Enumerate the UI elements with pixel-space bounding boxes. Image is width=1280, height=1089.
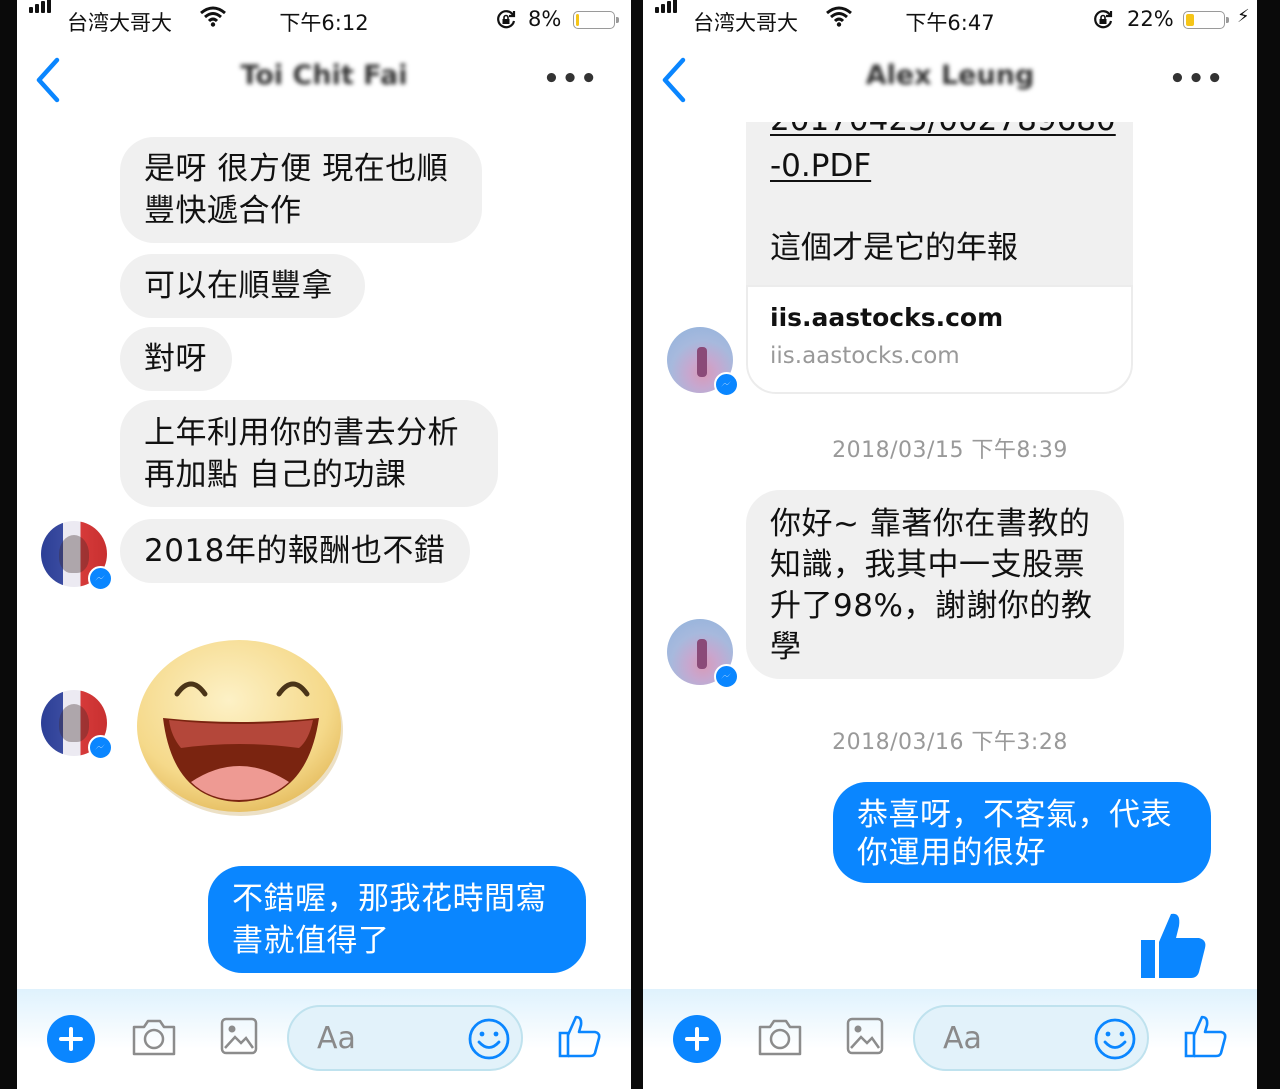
message-input[interactable]: Aa	[287, 1005, 523, 1071]
charging-icon: ⚡	[1237, 6, 1250, 27]
gallery-icon[interactable]	[220, 1017, 258, 1055]
gallery-icon[interactable]	[846, 1017, 884, 1055]
more-options-icon[interactable]: •••	[543, 64, 599, 94]
orientation-lock-icon	[1094, 10, 1113, 29]
more-options-icon[interactable]: •••	[1169, 64, 1225, 94]
chat-header: Toi Chit Fai •••	[17, 44, 631, 116]
contact-name[interactable]: Alex Leung	[643, 60, 1257, 91]
message-bubble-outgoing[interactable]: 恭喜呀，不客氣，代表 你運用的很好	[833, 782, 1211, 883]
contact-name[interactable]: Toi Chit Fai	[17, 60, 631, 91]
battery-percent: 22%	[1127, 7, 1174, 31]
composer-bar: Aa	[643, 989, 1257, 1089]
contact-avatar[interactable]	[41, 690, 113, 760]
messenger-badge-icon	[714, 372, 739, 397]
camera-icon[interactable]	[131, 1017, 177, 1057]
timestamp: 2018/03/16 下午3:28	[832, 730, 1068, 755]
contact-avatar[interactable]	[41, 521, 113, 591]
orientation-lock-icon	[497, 10, 516, 29]
link-message[interactable]: 20170425/002789680 -0.PDF 這個才是它的年報 iis.a…	[746, 122, 1133, 394]
link-preview-title: iis.aastocks.com	[770, 303, 1004, 332]
like-icon[interactable]	[1183, 1013, 1229, 1059]
composer-bar: Aa	[17, 989, 631, 1089]
message-bubble-incoming[interactable]: 可以在順豐拿	[120, 254, 365, 318]
timestamp: 2018/03/15 下午8:39	[832, 438, 1068, 463]
laughing-emoji-sticker[interactable]	[129, 632, 359, 822]
plus-icon[interactable]	[673, 1015, 721, 1063]
messenger-badge-icon	[88, 735, 113, 760]
contact-avatar[interactable]	[667, 327, 739, 397]
plus-icon[interactable]	[47, 1015, 95, 1063]
battery-icon	[1183, 11, 1229, 29]
message-bubble-incoming[interactable]: 2018年的報酬也不錯	[120, 519, 470, 583]
chat-screen-left: 台湾大哥大 下午6:12 8% Toi Chit Fai ••• 是呀 很方便 …	[17, 0, 631, 1089]
camera-icon[interactable]	[757, 1017, 803, 1057]
message-input[interactable]: Aa	[913, 1005, 1149, 1071]
message-bubble-incoming[interactable]: 是呀 很方便 現在也順 豐快遞合作	[120, 137, 482, 243]
sent-like-icon[interactable]	[1137, 910, 1209, 982]
status-bar: 台湾大哥大 下午6:12 8%	[17, 0, 631, 40]
contact-avatar[interactable]	[667, 619, 739, 689]
link-note: 這個才是它的年報	[770, 230, 1018, 266]
message-bubble-incoming[interactable]: 你好~ 靠著你在書教的 知識，我其中一支股票 升了98%，謝謝你的教 學	[746, 490, 1124, 679]
chat-header: Alex Leung •••	[643, 44, 1257, 116]
emoji-icon[interactable]	[467, 1017, 511, 1061]
message-bubble-incoming[interactable]: 對呀	[120, 327, 232, 391]
link-preview-domain: iis.aastocks.com	[770, 343, 960, 369]
message-bubble-outgoing[interactable]: 不錯喔，那我花時間寫 書就值得了	[208, 866, 586, 973]
messenger-badge-icon	[714, 664, 739, 689]
message-input-placeholder: Aa	[317, 1021, 356, 1056]
emoji-icon[interactable]	[1093, 1017, 1137, 1061]
pdf-link-line[interactable]: -0.PDF	[770, 146, 871, 187]
message-bubble-incoming[interactable]: 上年利用你的書去分析 再加點 自己的功課	[120, 400, 498, 507]
message-input-placeholder: Aa	[943, 1021, 982, 1056]
battery-icon	[573, 11, 619, 29]
like-icon[interactable]	[557, 1013, 603, 1059]
pdf-link-line[interactable]: 20170425/002789680	[770, 122, 1116, 141]
link-message-text: 20170425/002789680 -0.PDF 這個才是它的年報	[746, 122, 1133, 287]
link-preview-card[interactable]: iis.aastocks.com iis.aastocks.com	[746, 285, 1133, 394]
messenger-badge-icon	[88, 566, 113, 591]
chat-screen-right: 台湾大哥大 下午6:47 22% ⚡ Alex Leung ••• 201704…	[643, 0, 1257, 1089]
battery-percent: 8%	[528, 7, 562, 31]
status-bar: 台湾大哥大 下午6:47 22% ⚡	[643, 0, 1257, 40]
